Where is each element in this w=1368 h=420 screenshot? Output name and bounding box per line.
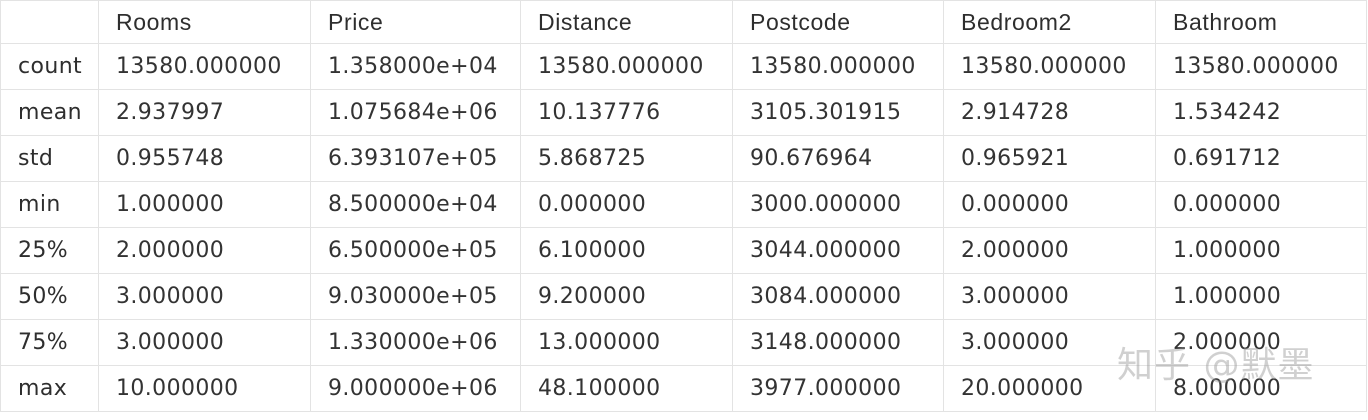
table-cell: 6.500000e+05 [310,227,521,274]
column-header-4: Postcode [732,0,944,44]
row-label-cell: count [0,43,99,90]
row-label-cell: min [0,181,99,228]
row-label-cell: 50% [0,273,99,320]
table-body: count 13580.000000 1.358000e+04 13580.00000… [0,43,1367,412]
table-cell: 3044.000000 [732,227,944,274]
column-header-2: Price [310,0,521,44]
table-cell: 2.000000 [98,227,311,274]
table-row: 50% 3.000000 9.030000e+05 9.200000 3084.0000… [0,273,1367,320]
table-cell: 8.500000e+04 [310,181,521,228]
table-row: max 10.000000 9.000000e+06 48.100000 3977.00… [0,365,1367,412]
table-cell: 90.676964 [732,135,944,182]
table-cell: 0.000000 [520,181,733,228]
row-label-cell: 75% [0,319,99,366]
table-cell: 10.000000 [98,365,311,412]
table-cell: 3977.000000 [732,365,944,412]
table-cell: 0.965921 [943,135,1156,182]
table-cell: 0.000000 [1155,181,1367,228]
table-cell: 13580.000000 [732,43,944,90]
table-cell: 1.358000e+04 [310,43,521,90]
table-cell: 1.000000 [1155,273,1367,320]
table-cell: 3148.000000 [732,319,944,366]
table-cell: 3105.301915 [732,89,944,136]
index-header-cell [0,0,99,44]
column-header-6: Bathroom [1155,0,1367,44]
column-header-3: Distance [520,0,733,44]
table-cell: 5.868725 [520,135,733,182]
table-cell: 3.000000 [98,273,311,320]
table-cell: 3.000000 [943,273,1156,320]
column-header-1: Rooms [98,0,311,44]
table-cell: 2.914728 [943,89,1156,136]
row-label-cell: std [0,135,99,182]
table-cell: 1.534242 [1155,89,1367,136]
table-cell: 48.100000 [520,365,733,412]
table-cell: 1.000000 [1155,227,1367,274]
row-label-cell: 25% [0,227,99,274]
column-header-5: Bedroom2 [943,0,1156,44]
table-cell: 2.000000 [943,227,1156,274]
table-cell: 13580.000000 [520,43,733,90]
table-cell: 2.937997 [98,89,311,136]
describe-table: Rooms Price Distance Postcode Bedroom2 Bathro… [0,0,1367,412]
table-cell: 9.000000e+06 [310,365,521,412]
header-row: Rooms Price Distance Postcode Bedroom2 Bathro… [0,0,1367,44]
table-row: std 0.955748 6.393107e+05 5.868725 90.676964… [0,135,1367,182]
table-row: mean 2.937997 1.075684e+06 10.137776 3105.30… [0,89,1367,136]
table-row: 75% 3.000000 1.330000e+06 13.000000 3148.000… [0,319,1367,366]
table-cell: 13.000000 [520,319,733,366]
table-cell: 1.000000 [98,181,311,228]
table-cell: 6.393107e+05 [310,135,521,182]
row-label-cell: max [0,365,99,412]
table-cell: 13580.000000 [943,43,1156,90]
table-cell: 3.000000 [98,319,311,366]
row-label-cell: mean [0,89,99,136]
table-row: min 1.000000 8.500000e+04 0.000000 3000.0000… [0,181,1367,228]
table-cell: 10.137776 [520,89,733,136]
table-cell: 13580.000000 [98,43,311,90]
table-cell: 6.100000 [520,227,733,274]
table-cell: 1.075684e+06 [310,89,521,136]
table-row: 25% 2.000000 6.500000e+05 6.100000 3044.0000… [0,227,1367,274]
table-cell: 0.000000 [943,181,1156,228]
table-cell: 2.000000 [1155,319,1367,366]
table-cell: 13580.000000 [1155,43,1367,90]
table-header: Rooms Price Distance Postcode Bedroom2 Bathro… [0,0,1367,44]
table-cell: 9.030000e+05 [310,273,521,320]
table-cell: 1.330000e+06 [310,319,521,366]
table-cell: 3000.000000 [732,181,944,228]
table-cell: 9.200000 [520,273,733,320]
table-cell: 0.955748 [98,135,311,182]
table-row: count 13580.000000 1.358000e+04 13580.00000… [0,43,1367,90]
table-cell: 20.000000 [943,365,1156,412]
table-cell: 3.000000 [943,319,1156,366]
table-cell: 8.000000 [1155,365,1367,412]
table-cell: 3084.000000 [732,273,944,320]
table-cell: 0.691712 [1155,135,1367,182]
